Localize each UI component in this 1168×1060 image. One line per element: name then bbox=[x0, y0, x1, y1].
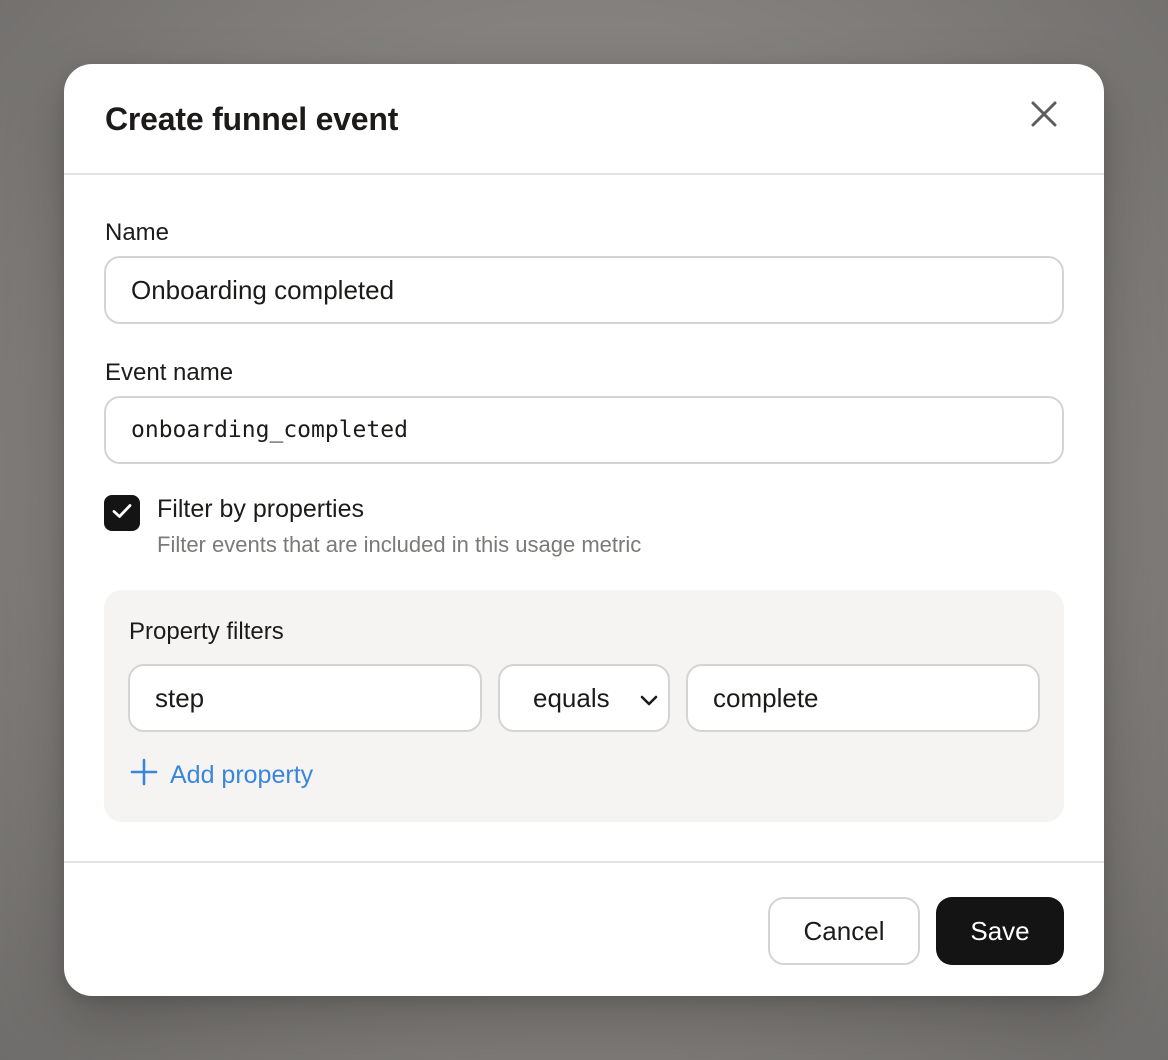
property-filters-panel: Property filters step equals complete Ad… bbox=[104, 590, 1064, 822]
property-filters-title: Property filters bbox=[129, 618, 284, 645]
name-input[interactable]: Onboarding completed bbox=[104, 256, 1064, 324]
filter-by-properties-label: Filter by properties bbox=[157, 495, 365, 523]
chevron-down-icon bbox=[638, 688, 660, 719]
plus-icon bbox=[130, 758, 170, 793]
cancel-button[interactable]: Cancel bbox=[768, 897, 920, 965]
create-funnel-event-dialog: Create funnel event Name Onboarding comp… bbox=[64, 64, 1104, 996]
event-name-label: Event name bbox=[105, 359, 234, 386]
name-label: Name bbox=[105, 219, 170, 246]
event-name-input-value: onboarding_completed bbox=[131, 417, 408, 443]
checkmark-icon bbox=[112, 503, 132, 524]
close-icon bbox=[1030, 100, 1058, 133]
dialog-title: Create funnel event bbox=[105, 101, 399, 137]
filter-value-text: complete bbox=[713, 682, 819, 713]
dialog-header: Create funnel event bbox=[64, 64, 1104, 175]
filter-by-properties-checkbox[interactable] bbox=[104, 495, 140, 531]
save-button[interactable]: Save bbox=[936, 897, 1064, 965]
dialog-footer: Cancel Save bbox=[64, 861, 1104, 996]
add-property-label: Add property bbox=[170, 761, 314, 789]
close-button[interactable] bbox=[1024, 96, 1064, 136]
add-property-button[interactable]: Add property bbox=[130, 758, 313, 793]
filter-property-value: step bbox=[155, 682, 205, 713]
filter-value-input[interactable]: complete bbox=[686, 664, 1040, 732]
event-name-input[interactable]: onboarding_completed bbox=[104, 396, 1064, 464]
filter-operator-value: equals bbox=[533, 682, 610, 713]
name-input-value: Onboarding completed bbox=[131, 274, 395, 305]
filter-operator-select[interactable]: equals bbox=[498, 664, 670, 732]
filter-property-input[interactable]: step bbox=[128, 664, 482, 732]
filter-by-properties-description: Filter events that are included in this … bbox=[157, 532, 642, 557]
